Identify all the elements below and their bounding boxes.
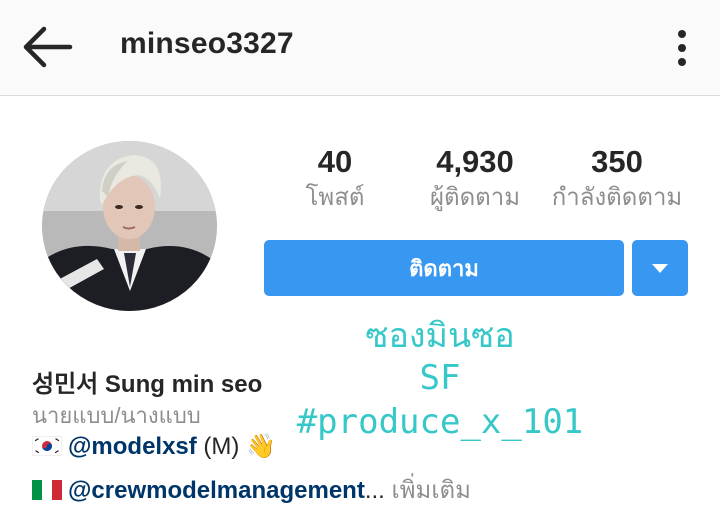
- profile-photo: [42, 141, 217, 311]
- stat-posts-count: 40: [317, 144, 353, 179]
- stat-following[interactable]: 350 กำลังติดตาม: [544, 143, 690, 215]
- handwritten-sf: SF: [419, 358, 461, 398]
- stat-posts[interactable]: 40 โพสต์: [290, 143, 380, 215]
- handwritten-thai-name: ซองมินซอ: [365, 316, 515, 356]
- stat-followers-count: 4,930: [436, 144, 514, 179]
- bio-line-1: @modelxsf (M) 👋: [32, 432, 276, 461]
- mention-crewmodelmanagement[interactable]: @crewmodelmanagement: [68, 477, 365, 504]
- top-bar: minseo3327: [0, 0, 720, 96]
- more-vertical-icon[interactable]: [668, 28, 696, 68]
- suggested-dropdown-button[interactable]: [632, 240, 688, 296]
- bio-line-1-suffix: (M): [196, 433, 247, 460]
- arrow-left-icon[interactable]: [18, 22, 76, 72]
- bio-more-link[interactable]: เพิ่มเติม: [392, 477, 471, 504]
- follow-button[interactable]: ติดตาม: [264, 240, 624, 296]
- stat-following-count: 350: [591, 144, 643, 179]
- stat-followers[interactable]: 4,930 ผู้ติดตาม: [410, 143, 540, 215]
- korea-flag-icon: [32, 436, 62, 456]
- stat-followers-label: ผู้ติดตาม: [429, 184, 521, 211]
- italy-flag-icon: [32, 480, 62, 500]
- mention-modelxsf[interactable]: @modelxsf: [68, 433, 197, 460]
- stat-following-label: กำลังติดตาม: [551, 184, 683, 211]
- waving-hand-icon: 👋: [246, 433, 276, 460]
- avatar[interactable]: [42, 141, 217, 311]
- profile-category: นายแบบ/นางแบบ: [32, 403, 201, 428]
- profile-full-name: 성민서 Sung min seo: [32, 371, 263, 398]
- bio-line-2: @crewmodelmanagement... เพิ่มเติม: [32, 470, 471, 509]
- bio-ellipsis: ...: [364, 477, 392, 504]
- profile-username: minseo3327: [120, 27, 294, 60]
- caret-down-icon: [652, 264, 668, 273]
- stat-posts-label: โพสต์: [305, 184, 365, 211]
- handwritten-hashtag: #produce_x_101: [296, 402, 584, 442]
